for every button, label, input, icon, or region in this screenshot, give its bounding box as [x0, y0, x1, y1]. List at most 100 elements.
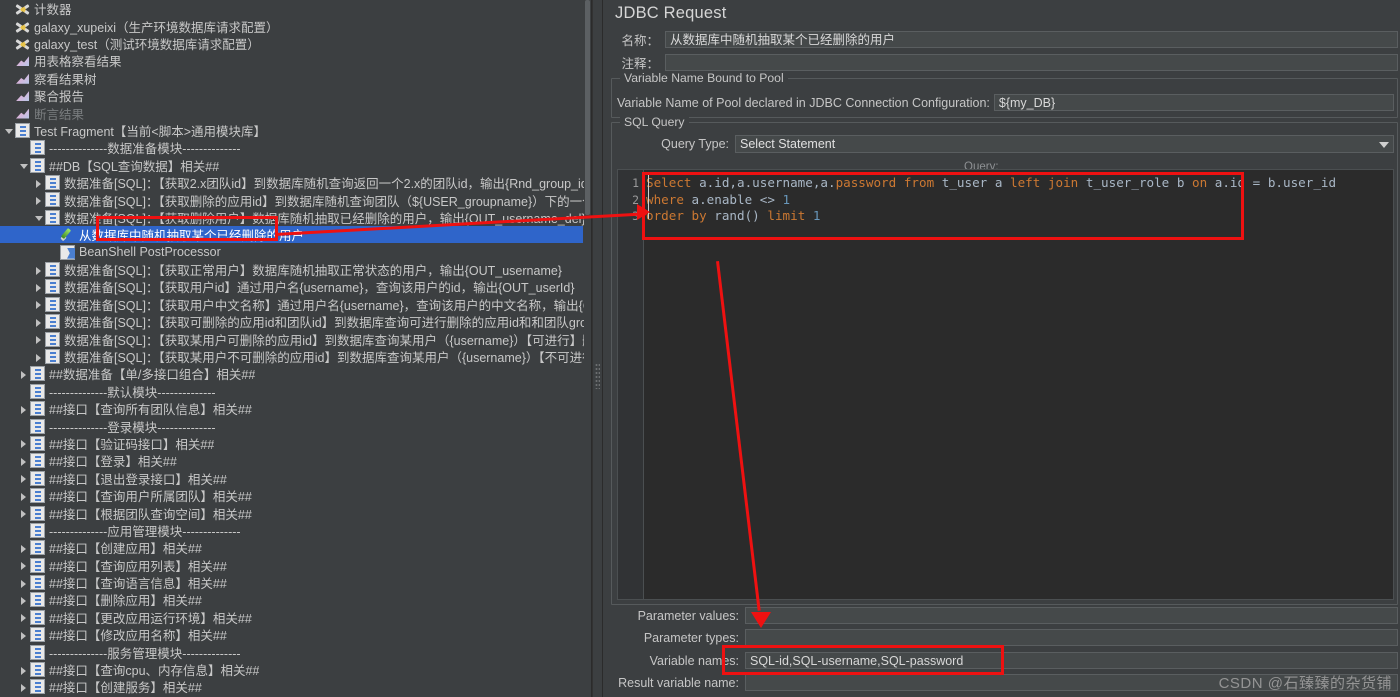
- controller-icon: [30, 453, 45, 469]
- chevron-right-icon[interactable]: [34, 261, 45, 278]
- tree-row[interactable]: 数据准备[SQL]：【获取删除的应用id】到数据库随机查询团队（${USER_g…: [0, 191, 591, 209]
- parameter-values-row: Parameter values:: [611, 606, 1398, 625]
- tree-toggle-spacer: [19, 644, 30, 661]
- chevron-right-icon[interactable]: [34, 348, 45, 365]
- chevron-right-icon[interactable]: [19, 505, 30, 522]
- chevron-right-icon[interactable]: [34, 313, 45, 330]
- tree-row[interactable]: --------------服务管理模块--------------: [0, 643, 591, 661]
- chevron-right-icon[interactable]: [19, 470, 30, 487]
- tree-row[interactable]: 计数器: [0, 0, 591, 17]
- chevron-right-icon[interactable]: [19, 626, 30, 643]
- chevron-right-icon[interactable]: [19, 435, 30, 452]
- chevron-right-icon[interactable]: [19, 557, 30, 574]
- chevron-right-icon[interactable]: [34, 296, 45, 313]
- chevron-right-icon[interactable]: [19, 539, 30, 556]
- tree-row[interactable]: --------------应用管理模块--------------: [0, 522, 591, 539]
- chevron-right-icon[interactable]: [19, 609, 30, 626]
- sql-code-text[interactable]: Select a.id,a.username,a.password from t…: [646, 170, 1393, 599]
- controller-icon: [45, 314, 60, 330]
- tree-row[interactable]: ##接口【验证码接口】相关##: [0, 435, 591, 452]
- tree-row[interactable]: ##接口【退出登录接口】相关##: [0, 470, 591, 487]
- tree-toggle-spacer: [19, 522, 30, 539]
- parameter-types-input[interactable]: [745, 629, 1398, 646]
- tree-row[interactable]: 数据准备[SQL]：【获取某用户不可删除的应用id】到数据库查询某用户（{use…: [0, 348, 591, 365]
- chevron-right-icon[interactable]: [19, 365, 30, 382]
- tree-toggle-spacer: [4, 87, 15, 104]
- name-input[interactable]: 从数据库中随机抽取某个已经删除的用户: [665, 31, 1398, 48]
- tree-row[interactable]: ##接口【修改应用名称】相关##: [0, 626, 591, 643]
- tree-row[interactable]: 聚合报告: [0, 87, 591, 104]
- tree-row[interactable]: 数据准备[SQL]：【获取用户中文名称】通过用户名{username}，查询该用…: [0, 296, 591, 313]
- tree-row[interactable]: 数据准备[SQL]：【获取某用户可删除的应用id】到数据库查询某用户（{user…: [0, 330, 591, 348]
- tree-row[interactable]: 数据准备[SQL]：【获取可删除的应用id和团队id】到数据库查询可进行删除的应…: [0, 313, 591, 330]
- comment-input[interactable]: [665, 54, 1398, 71]
- variable-names-input[interactable]: SQL-id,SQL-username,SQL-password: [745, 652, 1398, 669]
- tree-row[interactable]: 数据准备[SQL]：【获取用户id】通过用户名{username}，查询该用户的…: [0, 278, 591, 295]
- test-plan-tree[interactable]: 计数器 galaxy_xupeixi（生产环境数据库请求配置） galaxy_tes…: [0, 0, 591, 697]
- chevron-down-icon[interactable]: [1379, 141, 1389, 148]
- chevron-right-icon[interactable]: [34, 174, 45, 191]
- chevron-right-icon[interactable]: [19, 487, 30, 504]
- tree-row[interactable]: 数据准备[SQL]：【获取正常用户】数据库随机抽取正常状态的用户，输出{OUT_…: [0, 261, 591, 278]
- sql-keyword: from: [903, 175, 935, 190]
- chevron-right-icon[interactable]: [19, 661, 30, 678]
- tree-row[interactable]: ##数据准备【单/多接口组合】相关##: [0, 365, 591, 382]
- controller-icon: [45, 175, 60, 191]
- tree-row[interactable]: ##接口【根据团队查询空间】相关##: [0, 504, 591, 522]
- tree-row[interactable]: BeanShell PostProcessor: [0, 243, 591, 260]
- tree-row[interactable]: --------------数据准备模块--------------: [0, 139, 591, 156]
- sql-text: a.id = b.user_id: [1207, 175, 1337, 190]
- tree-row[interactable]: galaxy_xupeixi（生产环境数据库请求配置）: [0, 17, 591, 35]
- chevron-right-icon[interactable]: [19, 678, 30, 695]
- tree-row-label: Test Fragment【当前<脚本>通用模块库】: [34, 124, 266, 139]
- chevron-down-icon[interactable]: [4, 122, 15, 139]
- chevron-right-icon[interactable]: [19, 400, 30, 417]
- tree-row[interactable]: ##接口【查询语言信息】相关##: [0, 574, 591, 591]
- chevron-right-icon[interactable]: [34, 331, 45, 348]
- query-type-select[interactable]: Select Statement: [735, 134, 1394, 153]
- controller-icon: [15, 122, 30, 138]
- tree-row[interactable]: ##接口【删除应用】相关##: [0, 591, 591, 608]
- tree-row[interactable]: galaxy_test（测试环境数据库请求配置）: [0, 35, 591, 52]
- pool-name-input[interactable]: ${my_DB}: [993, 94, 1394, 111]
- tree-row[interactable]: 用表格察看结果: [0, 52, 591, 69]
- tree-row[interactable]: ##接口【查询所有团队信息】相关##: [0, 400, 591, 417]
- controller-icon: [30, 679, 45, 695]
- tree-row[interactable]: ##DB【SQL查询数据】相关##: [0, 157, 591, 174]
- tree-row[interactable]: 察看结果树: [0, 70, 591, 87]
- chevron-right-icon[interactable]: [34, 191, 45, 208]
- controller-icon: [45, 209, 60, 225]
- tree-row[interactable]: ##接口【更改应用运行环境】相关##: [0, 609, 591, 626]
- parameter-values-input[interactable]: [745, 607, 1398, 624]
- tree-row[interactable]: 数据准备[SQL]：【获取2.x团队id】到数据库随机查询返回一个2.x的团队i…: [0, 174, 591, 191]
- chevron-right-icon[interactable]: [19, 591, 30, 608]
- tree-row[interactable]: 断言结果: [0, 104, 591, 122]
- tree-row[interactable]: Test Fragment【当前<脚本>通用模块库】: [0, 122, 591, 139]
- bsh-icon: [60, 244, 75, 260]
- chevron-right-icon[interactable]: [34, 278, 45, 295]
- tree-toggle-spacer: [4, 105, 15, 122]
- tree-row[interactable]: ##接口【查询用户所属团队】相关##: [0, 487, 591, 504]
- tree-row-selected[interactable]: 从数据库中随机抽取某个已经删除的用户: [0, 226, 583, 244]
- controller-icon: [45, 296, 60, 312]
- tree-vertical-scrollbar[interactable]: [584, 0, 591, 697]
- tree-row[interactable]: ##接口【查询应用列表】相关##: [0, 557, 591, 574]
- tree-row[interactable]: --------------登录模块--------------: [0, 417, 591, 435]
- panel-splitter[interactable]: [592, 0, 603, 697]
- chevron-down-icon[interactable]: [19, 157, 30, 174]
- tree-row[interactable]: ##接口【登录】相关##: [0, 452, 591, 469]
- splitter-grip-icon[interactable]: [595, 363, 600, 389]
- tree-row[interactable]: --------------默认模块--------------: [0, 383, 591, 400]
- listener-icon: [15, 88, 30, 103]
- tree-row[interactable]: 数据准备[SQL]：【获取删除用户】数据库随机抽取已经删除的用户，输出{OUT_…: [0, 209, 591, 226]
- sql-query-editor[interactable]: 1 2 3 Select a.id,a.username,a.password fr…: [617, 169, 1394, 600]
- tree-row[interactable]: ##接口【创建应用】相关##: [0, 539, 591, 556]
- config-icon: [15, 36, 30, 51]
- chevron-right-icon[interactable]: [19, 574, 30, 591]
- controller-icon: [30, 418, 45, 434]
- tree-row[interactable]: ##接口【查询cpu、内存信息】相关##: [0, 661, 591, 678]
- chevron-down-icon[interactable]: [34, 209, 45, 226]
- tree-row[interactable]: ##接口【创建服务】相关##: [0, 678, 591, 695]
- sql-text: a.id,a.username,a.: [691, 175, 836, 190]
- chevron-right-icon[interactable]: [19, 452, 30, 469]
